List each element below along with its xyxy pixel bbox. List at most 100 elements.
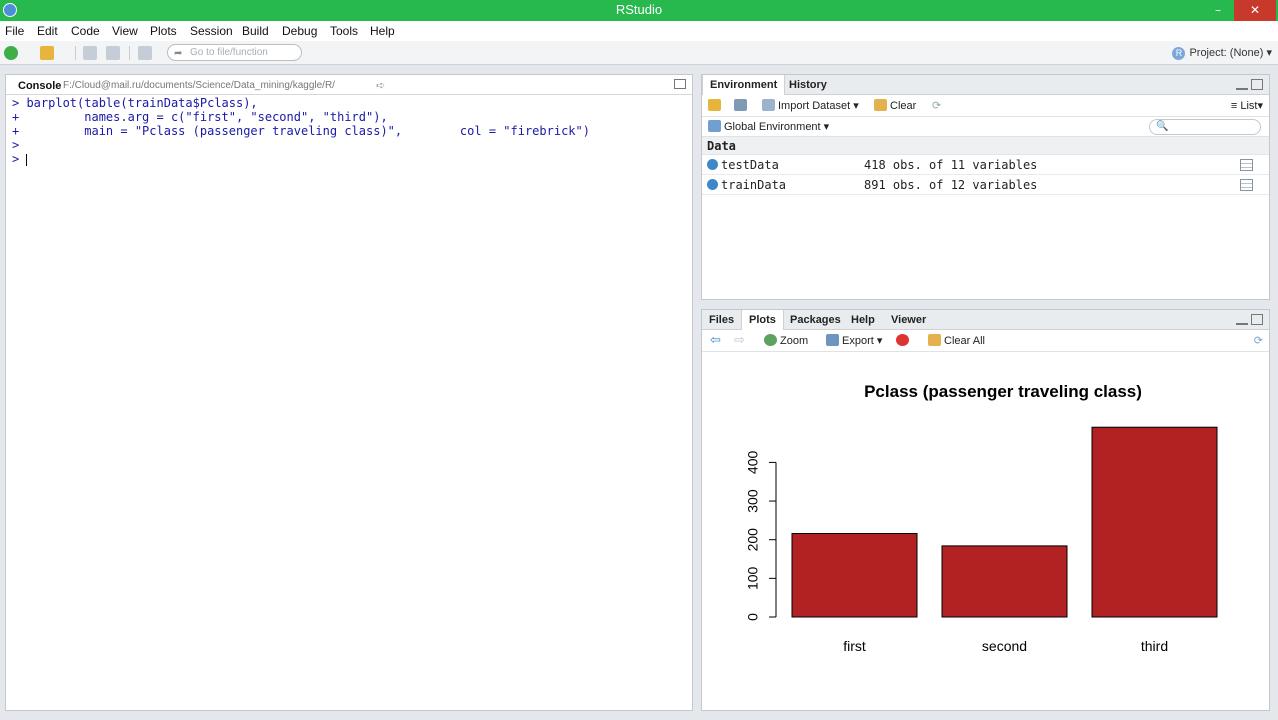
tab-viewer[interactable]: Viewer <box>884 310 933 330</box>
open-file-icon[interactable] <box>40 46 54 60</box>
bar-second <box>941 545 1068 618</box>
minimize-pane-icon[interactable] <box>1236 80 1248 90</box>
new-file-icon[interactable] <box>4 46 18 60</box>
goto-arrow-icon: ➦ <box>174 48 183 59</box>
maximize-pane-icon[interactable] <box>1251 314 1263 325</box>
zoom-icon <box>764 334 777 346</box>
maximize-pane-icon[interactable] <box>1251 79 1263 90</box>
project-label: Project: (None) <box>1189 47 1264 59</box>
clear-all-label: Clear All <box>944 335 985 347</box>
menu-tools[interactable]: Tools <box>330 24 358 38</box>
r-project-icon: R <box>1172 46 1186 60</box>
refresh-icon[interactable]: ⟳ <box>932 99 941 112</box>
environment-pane: Environment History Import Dataset ▾ Cle… <box>701 74 1270 300</box>
plots-tabs: Files Plots Packages Help Viewer <box>702 310 1269 331</box>
tab-plots[interactable]: Plots <box>741 310 784 331</box>
env-row-value: 418 obs. of 11 variables <box>864 158 1038 172</box>
tab-files[interactable]: Files <box>702 310 741 330</box>
bar-third <box>1091 426 1218 618</box>
forward-arrow-icon[interactable]: ⇨ <box>734 332 745 348</box>
tab-packages[interactable]: Packages <box>783 310 848 330</box>
y-tick-label: 400 <box>745 451 761 475</box>
toolbar-separator <box>129 46 130 60</box>
y-tick-label: 200 <box>745 528 761 552</box>
goto-file-input[interactable]: ➦ Go to file/function <box>167 44 302 61</box>
back-arrow-icon[interactable]: ⇦ <box>710 332 721 348</box>
broom-icon <box>928 334 941 346</box>
maximize-button[interactable] <box>1210 0 1232 21</box>
export-label: Export <box>842 335 874 347</box>
tab-environment[interactable]: Environment <box>702 75 786 96</box>
restore-pane-icon[interactable] <box>674 79 686 89</box>
import-dataset-label: Import Dataset <box>778 100 851 112</box>
minimize-pane-icon[interactable] <box>1236 315 1248 325</box>
menu-edit[interactable]: Edit <box>37 24 58 38</box>
refresh-plot-icon[interactable]: ⟳ <box>1254 334 1263 347</box>
environment-scope-bar: Global Environment ▾ 🔍 <box>702 117 1269 137</box>
environment-search-input[interactable]: 🔍 <box>1149 119 1261 135</box>
expand-icon[interactable] <box>707 159 718 170</box>
menu-view[interactable]: View <box>112 24 138 38</box>
console-line: + main = "Pclass (passenger traveling cl… <box>12 124 590 138</box>
list-view-menu[interactable]: ≡ List▾ <box>1231 99 1263 112</box>
load-workspace-icon[interactable] <box>708 99 721 111</box>
clear-label: Clear <box>890 100 917 112</box>
project-menu[interactable]: R Project: (None) ▾ <box>1172 46 1272 60</box>
broom-icon <box>874 99 887 111</box>
console-line: + names.arg = c("first", "second", "thir… <box>12 110 388 124</box>
scope-label: Global Environment <box>724 121 821 133</box>
menu-file[interactable]: File <box>5 24 24 38</box>
menu-plots[interactable]: Plots <box>150 24 177 38</box>
x-tick-label: first <box>843 638 866 654</box>
expand-icon[interactable] <box>707 179 718 190</box>
console-output[interactable]: > barplot(table(trainData$Pclass), + nam… <box>6 95 692 167</box>
menu-code[interactable]: Code <box>71 24 100 38</box>
export-menu[interactable]: Export ▾ <box>826 334 882 347</box>
clear-all-button[interactable]: Clear All <box>928 334 985 347</box>
y-tick-label: 100 <box>745 566 761 590</box>
zoom-button[interactable]: Zoom <box>764 334 808 347</box>
console-header: Console F:/Cloud@mail.ru/documents/Scien… <box>6 75 692 95</box>
console-path: F:/Cloud@mail.ru/documents/Science/Data_… <box>63 80 335 91</box>
view-data-icon[interactable] <box>1240 159 1253 171</box>
menu-bar: File Edit Code View Plots Session Build … <box>0 21 1278 41</box>
window-title: RStudio <box>615 2 663 17</box>
console-line: > <box>12 138 20 152</box>
export-icon <box>826 334 839 346</box>
env-row-value: 891 obs. of 12 variables <box>864 178 1038 192</box>
save-workspace-icon[interactable] <box>734 99 747 111</box>
menu-debug[interactable]: Debug <box>282 24 317 38</box>
y-tick-label: 0 <box>745 613 761 621</box>
chart-title: Pclass (passenger traveling class) <box>864 382 1142 401</box>
env-row-name: testData <box>721 158 779 172</box>
menu-build[interactable]: Build <box>242 24 269 38</box>
console-prompt: > <box>12 152 27 166</box>
save-icon[interactable] <box>83 46 97 60</box>
title-bar: RStudio – ✕ <box>0 0 1278 21</box>
list-label: List <box>1240 100 1258 112</box>
print-icon[interactable] <box>138 46 152 60</box>
plots-toolbar: ⇦ ⇨ Zoom Export ▾ Clear All ⟳ <box>702 330 1269 352</box>
toolbar-separator <box>75 46 76 60</box>
go-to-directory-icon[interactable]: ➪ <box>376 79 385 92</box>
env-row[interactable]: testData 418 obs. of 11 variables <box>702 155 1269 175</box>
remove-plot-icon[interactable] <box>896 334 912 347</box>
global-environment-menu[interactable]: Global Environment ▾ <box>708 120 829 133</box>
view-data-icon[interactable] <box>1240 179 1253 191</box>
bar-first <box>791 533 918 618</box>
save-all-icon[interactable] <box>106 46 120 60</box>
text-cursor <box>26 153 28 166</box>
menu-help[interactable]: Help <box>370 24 395 38</box>
console-pane: Console F:/Cloud@mail.ru/documents/Scien… <box>5 74 693 711</box>
tab-history[interactable]: History <box>782 75 834 95</box>
close-button[interactable]: ✕ <box>1234 0 1276 21</box>
goto-placeholder: Go to file/function <box>190 47 268 58</box>
menu-session[interactable]: Session <box>190 24 233 38</box>
tab-help[interactable]: Help <box>844 310 882 330</box>
clear-workspace-button[interactable]: Clear <box>874 99 916 112</box>
x-tick-label: third <box>1141 638 1168 654</box>
y-tick-label: 300 <box>745 489 761 513</box>
env-row[interactable]: trainData 891 obs. of 12 variables <box>702 175 1269 195</box>
import-icon <box>762 99 775 111</box>
import-dataset-button[interactable]: Import Dataset ▾ <box>762 99 859 112</box>
